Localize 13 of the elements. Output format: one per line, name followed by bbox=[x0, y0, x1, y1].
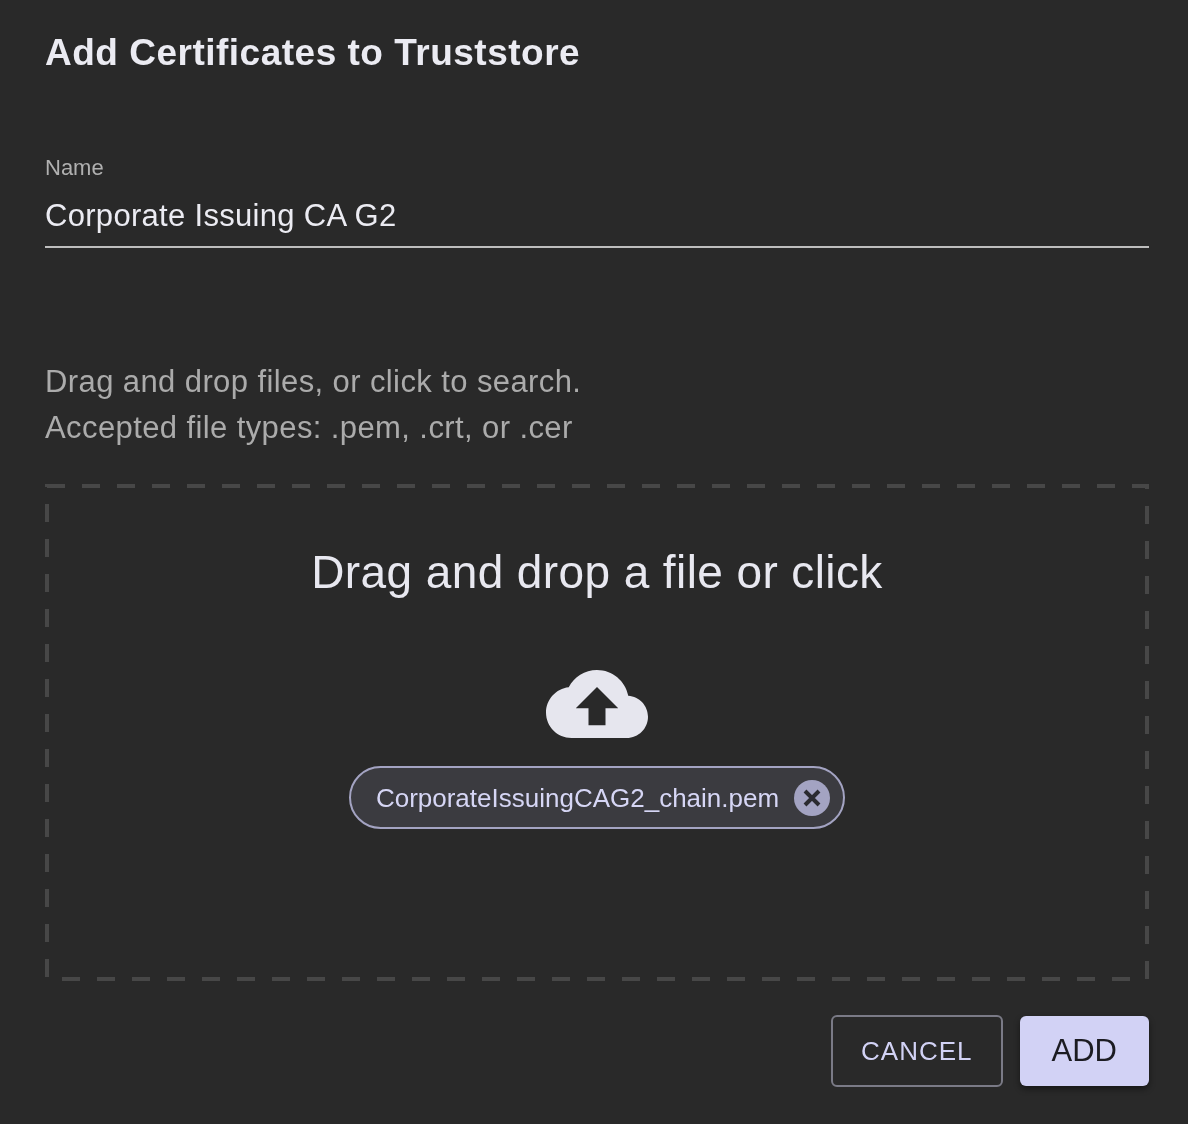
cancel-button[interactable]: CANCEL bbox=[831, 1015, 1003, 1087]
dropzone-prompt: Drag and drop a file or click bbox=[311, 545, 883, 599]
dialog-title: Add Certificates to Truststore bbox=[45, 31, 581, 75]
cloud-upload-icon bbox=[546, 670, 648, 738]
file-dropzone[interactable]: Drag and drop a file or click CorporateIssuingCAG2_chain.pem bbox=[45, 484, 1149, 981]
instruction-text: Drag and drop files, or click to search. bbox=[45, 363, 582, 401]
file-name: CorporateIssuingCAG2_chain.pem bbox=[375, 782, 780, 813]
close-icon bbox=[794, 779, 831, 816]
instruction-text: Accepted file types: .pem, .crt, or .cer bbox=[45, 409, 573, 447]
add-button[interactable]: ADD bbox=[1019, 1016, 1149, 1086]
field-label: Name bbox=[45, 155, 104, 181]
name-input[interactable]: Corporate Issuing CA G2 bbox=[45, 198, 1149, 248]
remove-file-button[interactable] bbox=[794, 779, 831, 816]
